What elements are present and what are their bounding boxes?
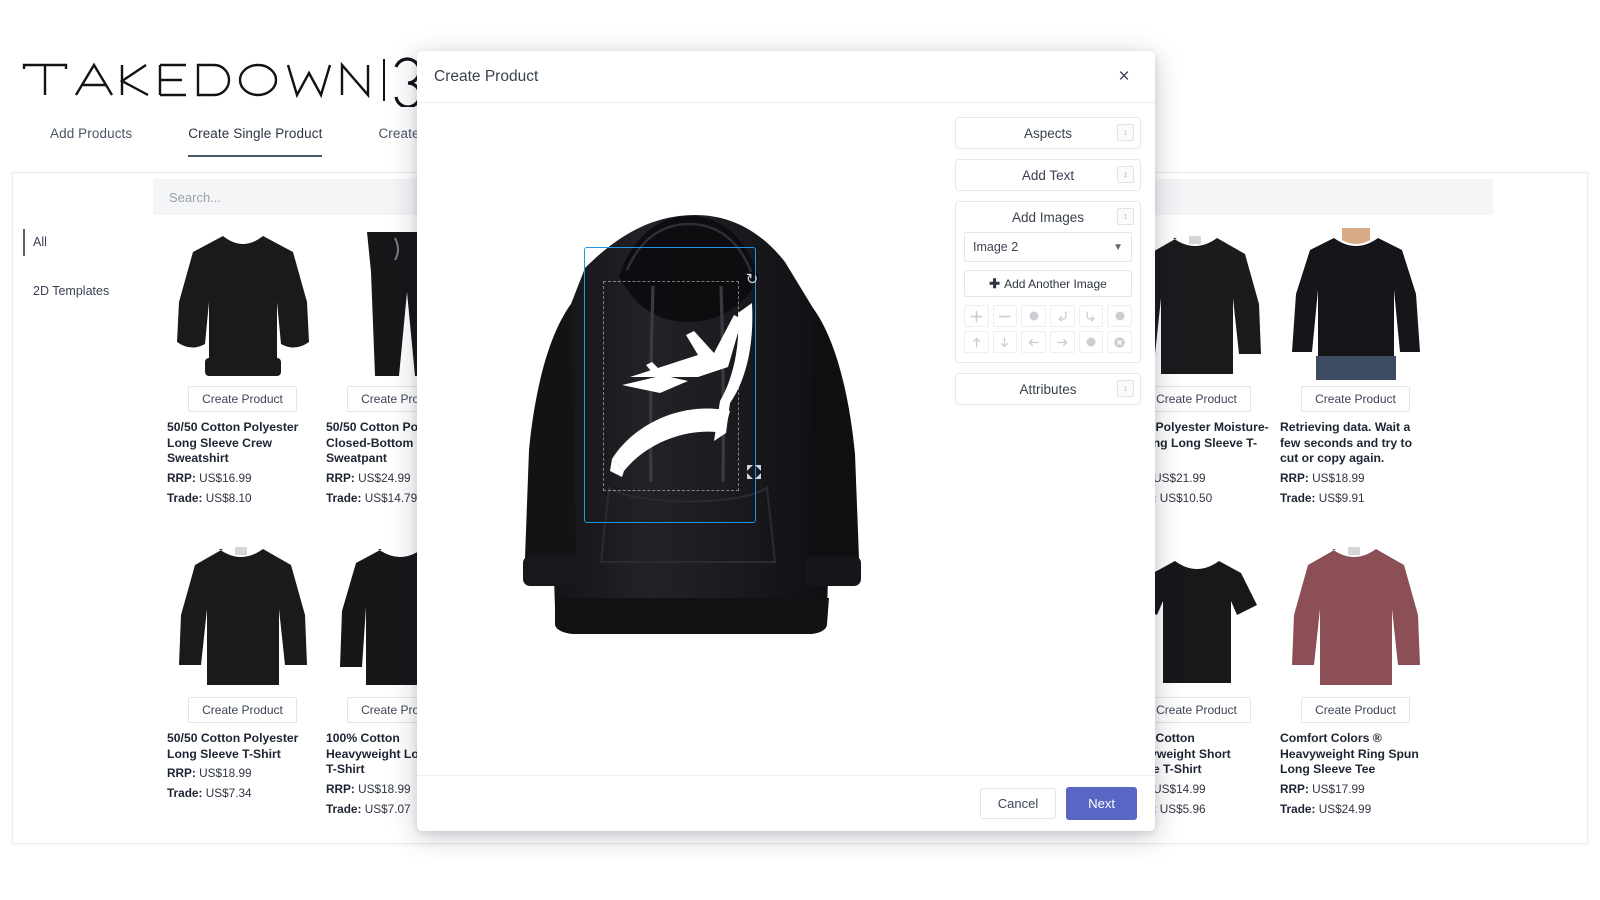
next-button[interactable]: Next — [1066, 787, 1137, 820]
cancel-button[interactable]: Cancel — [979, 788, 1057, 819]
app-root: Add Products Create Single Product Creat… — [0, 0, 1600, 900]
tab-create-single-product[interactable]: Create Single Product — [188, 122, 323, 157]
product-trade: Trade: US$8.10 — [167, 490, 252, 505]
create-product-modal: Create Product × ↻ Aspects ↕ Add Text ↕ … — [417, 51, 1155, 831]
section-aspects: Aspects ↕ — [955, 117, 1141, 149]
chevron-toggle-icon[interactable]: ↕ — [1117, 380, 1134, 397]
section-add-images-body: Image 2 ▼ ✚ Add Another Image — [956, 232, 1140, 362]
tab-add-products[interactable]: Add Products — [50, 122, 132, 157]
product-trade: Trade: US$7.34 — [167, 786, 252, 801]
product-name: 50/50 Cotton Polyester Long Sleeve Crew … — [167, 420, 299, 466]
section-add-images-header[interactable]: Add Images ↕ — [956, 202, 1140, 232]
modal-body: ↻ Aspects ↕ Add Text ↕ Add Images ↕ Imag… — [417, 103, 1155, 775]
section-add-text-header[interactable]: Add Text ↕ — [956, 160, 1140, 190]
product-rrp: RRP: US$18.99 — [1280, 470, 1365, 485]
add-another-image-label: Add Another Image — [1004, 276, 1107, 291]
circle-filled-icon[interactable] — [1107, 305, 1132, 327]
chevron-toggle-icon[interactable]: ↕ — [1117, 208, 1134, 225]
section-aspects-title: Aspects — [1023, 125, 1073, 141]
product-image — [167, 536, 318, 691]
rotate-right-icon[interactable] — [1078, 305, 1104, 327]
add-another-image-button[interactable]: ✚ Add Another Image — [964, 270, 1132, 297]
takedown-wordmark-icon — [22, 57, 418, 107]
modal-footer: Cancel Next — [417, 775, 1155, 831]
image-select[interactable]: Image 2 ▼ — [964, 232, 1132, 262]
modal-title: Create Product — [434, 67, 539, 85]
section-add-images-title: Add Images — [1011, 209, 1085, 225]
zoom-out-icon[interactable] — [992, 305, 1018, 327]
category-sidebar: All 2D Templates — [13, 221, 145, 327]
rotate-left-icon[interactable] — [1049, 305, 1075, 327]
chevron-toggle-icon[interactable]: ↕ — [1117, 166, 1134, 183]
create-product-button[interactable]: Create Product — [1301, 386, 1410, 412]
product-name: Retrieving data. Wait a few seconds and … — [1280, 420, 1413, 466]
zoom-in-icon[interactable] — [964, 305, 989, 327]
plus-icon: ✚ — [989, 275, 1001, 291]
section-attributes-title: Attributes — [1019, 381, 1077, 397]
chevron-down-icon: ▼ — [1113, 241, 1123, 253]
product-trade: Trade: US$9.91 — [1280, 490, 1365, 505]
design-artwork-airplane-logo — [602, 281, 762, 486]
section-attributes: Attributes ↕ — [955, 373, 1141, 405]
move-down-icon[interactable] — [992, 331, 1018, 353]
delete-circle-icon[interactable] — [1107, 331, 1132, 353]
sidebar-item-2d-templates[interactable]: 2D Templates — [23, 278, 145, 305]
section-aspects-header[interactable]: Aspects ↕ — [956, 118, 1140, 148]
move-up-icon[interactable] — [964, 331, 989, 353]
chevron-toggle-icon[interactable]: ↕ — [1117, 124, 1134, 141]
product-card[interactable]: Create Product 50/50 Cotton Polyester Lon… — [163, 532, 322, 843]
move-right-icon[interactable] — [1049, 331, 1075, 353]
section-attributes-header[interactable]: Attributes ↕ — [956, 374, 1140, 404]
product-rrp: RRP: US$16.99 — [167, 470, 252, 485]
circle-icon[interactable] — [1021, 305, 1046, 327]
image-select-value: Image 2 — [973, 240, 1019, 254]
create-product-button[interactable]: Create Product — [188, 386, 297, 412]
create-product-button[interactable]: Create Product — [1301, 697, 1410, 723]
product-card[interactable]: Create Product Retrieving data. Wait a fe… — [1276, 221, 1435, 532]
create-product-button[interactable]: Create Product — [188, 697, 297, 723]
modal-header: Create Product × — [417, 51, 1155, 103]
section-add-text-title: Add Text — [1021, 167, 1075, 183]
product-rrp: RRP: US$18.99 — [167, 766, 252, 781]
design-canvas[interactable]: ↻ — [417, 103, 949, 775]
image-tools-grid — [964, 305, 1132, 353]
sidebar-item-all[interactable]: All — [23, 229, 145, 256]
brand-logo — [18, 52, 418, 108]
product-name: Comfort Colors ® Heavyweight Ring Spun L… — [1280, 731, 1419, 777]
move-left-icon[interactable] — [1021, 331, 1046, 353]
product-trade: Trade: US$24.99 — [1280, 801, 1372, 816]
create-product-button[interactable]: Create Product — [1142, 697, 1251, 723]
product-name: 50/50 Cotton Polyester Long Sleeve T-Shi… — [167, 731, 299, 761]
product-image — [1280, 536, 1431, 691]
circle-filled-2-icon[interactable] — [1078, 331, 1104, 353]
create-product-button[interactable]: Create Product — [1142, 386, 1251, 412]
product-image — [1280, 225, 1431, 380]
product-card[interactable]: Create Product 50/50 Cotton Polyester Lon… — [163, 221, 322, 532]
section-add-images: Add Images ↕ Image 2 ▼ ✚ Add Another Ima… — [955, 201, 1141, 363]
section-add-text: Add Text ↕ — [955, 159, 1141, 191]
close-icon[interactable]: × — [1111, 64, 1137, 90]
editor-panel: Aspects ↕ Add Text ↕ Add Images ↕ Image … — [949, 103, 1155, 775]
product-rrp: RRP: US$17.99 — [1280, 781, 1365, 796]
product-image — [167, 225, 318, 380]
product-card[interactable]: Create Product Comfort Colors ® Heavyweig… — [1276, 532, 1435, 843]
